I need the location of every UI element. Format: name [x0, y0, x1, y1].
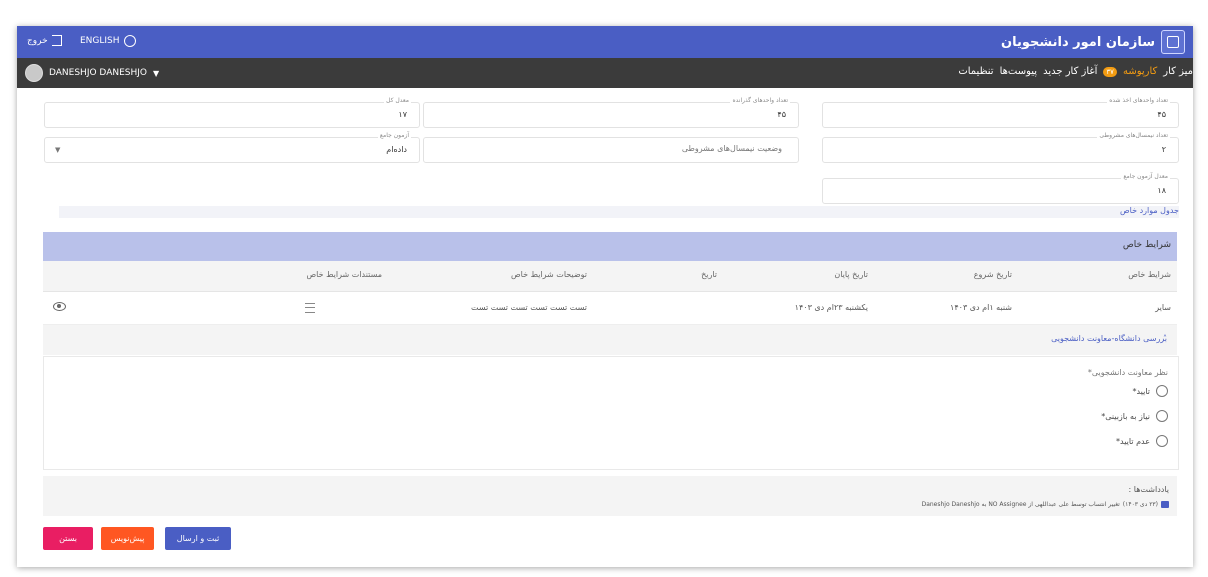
nav-new-task[interactable]: آغاز کار جدید	[1043, 66, 1097, 77]
field-placeholder: وضعیت نیمسال‌های مشروطی	[681, 144, 782, 153]
radio-button[interactable]	[1156, 385, 1168, 397]
field-label: معدل آزمون جامع	[1121, 173, 1170, 180]
globe-icon	[123, 35, 136, 47]
nav-inbox[interactable]: کارپوشه	[1123, 66, 1157, 77]
field-label: تعداد واحدهای اخذ شده	[1107, 97, 1170, 104]
units-taken-field[interactable]: تعداد واحدهای اخذ شده ۴۵	[822, 97, 1179, 128]
nav-desk[interactable]: میز کار	[1163, 66, 1193, 77]
column-header: توضیحات شرایط خاص	[511, 270, 587, 279]
draft-button[interactable]: پیش‌نویس	[101, 527, 154, 550]
radio-button[interactable]	[1156, 435, 1168, 447]
field-value: ۴۵	[777, 110, 786, 119]
note-text: تغییر انتساب توسط علی عبداللهی از NO Ass…	[921, 501, 1120, 508]
special-conditions-header: شرایط خاص	[43, 232, 1177, 261]
main-navigation: میز کار کارپوشه ۳۷ آغاز کار جدید پیوست‌ه…	[17, 58, 1193, 88]
option-label: نیاز به بازبینی*	[1101, 411, 1150, 421]
notes-title: یادداشت‌ها :	[1128, 485, 1169, 494]
nav-settings[interactable]: تنظیمات	[958, 66, 993, 77]
option-label: عدم تایید*	[1116, 436, 1150, 446]
notes-section: یادداشت‌ها : (۲۳ دی ۱۴۰۳) تغییر انتساب ت…	[43, 476, 1177, 516]
column-header: مستندات شرایط خاص	[306, 270, 382, 279]
option-reject[interactable]: عدم تایید*	[1116, 435, 1168, 447]
option-needs-review[interactable]: نیاز به بازبینی*	[1101, 410, 1168, 422]
special-cases-link-label: جدول موارد خاص	[1119, 206, 1179, 215]
option-label: تایید*	[1132, 386, 1150, 396]
option-approve[interactable]: تایید*	[1132, 385, 1168, 397]
chevron-up-icon[interactable]: ˄	[55, 334, 1167, 343]
column-header: شرایط خاص	[1128, 270, 1171, 279]
field-value: ۱۸	[1157, 186, 1166, 195]
logout-icon	[51, 35, 62, 46]
inbox-count-badge: ۳۷	[1103, 66, 1117, 77]
close-button[interactable]: بستن	[43, 527, 93, 550]
radio-button[interactable]	[1156, 410, 1168, 422]
review-section-header[interactable]: بررسی دانشگاه-معاونت دانشجویی ˄	[43, 325, 1177, 355]
page-title: سازمان امور دانشجویان	[1001, 34, 1155, 50]
field-value: ۴۵	[1157, 110, 1166, 119]
field-label: تعداد واحدهای گذرانده	[730, 97, 790, 104]
field-value: داده‌ام	[386, 145, 407, 154]
form-content: تعداد واحدهای اخذ شده ۴۵ تعداد واحدهای گ…	[17, 88, 1193, 567]
submit-button[interactable]: ثبت و ارسال	[165, 527, 231, 550]
language-switch[interactable]: ENGLISH	[80, 35, 136, 47]
cell-end-date: یکشنبه ۲۳ام دی ۱۴۰۳	[794, 303, 868, 312]
units-passed-field[interactable]: تعداد واحدهای گذرانده ۴۵	[423, 97, 799, 128]
top-header: سازمان امور دانشجویان ENGLISH خروج	[17, 26, 1193, 58]
note-entry: (۲۳ دی ۱۴۰۳) تغییر انتساب توسط علی عبدال…	[922, 501, 1169, 508]
review-question: نظر معاونت دانشجویی*	[1087, 368, 1168, 377]
field-label: آزمون جامع	[377, 132, 411, 139]
column-header: تاریخ	[701, 270, 717, 279]
table-row: سایر شنبه ۱ام دی ۱۴۰۳ یکشنبه ۲۳ام دی ۱۴۰…	[43, 292, 1177, 325]
review-form: نظر معاونت دانشجویی* تایید* نیاز به بازب…	[43, 356, 1179, 470]
field-value: ۲	[1161, 145, 1166, 154]
column-header: تاریخ پایان	[834, 270, 868, 279]
chevron-down-icon: ▼	[153, 68, 160, 78]
probation-status-select[interactable]: وضعیت نیمسال‌های مشروطی	[423, 137, 799, 163]
chevron-down-icon: ▼	[55, 146, 61, 154]
logout-label: خروج	[27, 35, 48, 46]
special-cases-link[interactable]: جدول موارد خاص	[59, 206, 1179, 218]
brand: سازمان امور دانشجویان	[1001, 30, 1185, 54]
logout-button[interactable]: خروج	[27, 35, 62, 46]
exam-grade-field[interactable]: معدل آزمون جامع ۱۸	[822, 173, 1179, 204]
gpa-field[interactable]: معدل کل ۱۷	[44, 97, 420, 128]
comment-icon	[1161, 501, 1169, 508]
cell-description: تست تست تست تست تست تست	[470, 303, 587, 312]
table-column-headers: شرایط خاص تاریخ شروع تاریخ پایان تاریخ ت…	[43, 261, 1177, 292]
user-name: DANESHJO DANESHJO	[49, 68, 147, 78]
note-date: (۲۳ دی ۱۴۰۳)	[1122, 501, 1158, 508]
nav-attachments[interactable]: پیوست‌ها	[1000, 66, 1038, 77]
document-list-icon[interactable]	[305, 303, 315, 313]
organization-logo	[1161, 30, 1185, 54]
user-menu[interactable]: DANESHJO DANESHJO ▼	[25, 64, 159, 82]
field-value: ۱۷	[398, 110, 407, 119]
field-label: معدل کل	[384, 97, 411, 104]
column-header: تاریخ شروع	[973, 270, 1012, 279]
avatar	[25, 64, 43, 82]
nav-menu: میز کار کارپوشه ۳۷ آغاز کار جدید پیوست‌ه…	[958, 66, 1193, 77]
app-window: سازمان امور دانشجویان ENGLISH خروج میز ک…	[17, 26, 1193, 567]
cell-start-date: شنبه ۱ام دی ۱۴۰۳	[950, 303, 1012, 312]
language-label: ENGLISH	[80, 36, 120, 46]
probation-terms-field[interactable]: تعداد نیمسال‌های مشروطی ۲	[822, 132, 1179, 163]
comprehensive-exam-select[interactable]: آزمون جامع داده‌ام ▼	[44, 132, 420, 163]
cell-condition: سایر	[1155, 303, 1171, 312]
eye-icon[interactable]	[53, 302, 66, 311]
field-label: تعداد نیمسال‌های مشروطی	[1097, 132, 1170, 139]
special-conditions-title: شرایط خاص	[1122, 240, 1171, 250]
